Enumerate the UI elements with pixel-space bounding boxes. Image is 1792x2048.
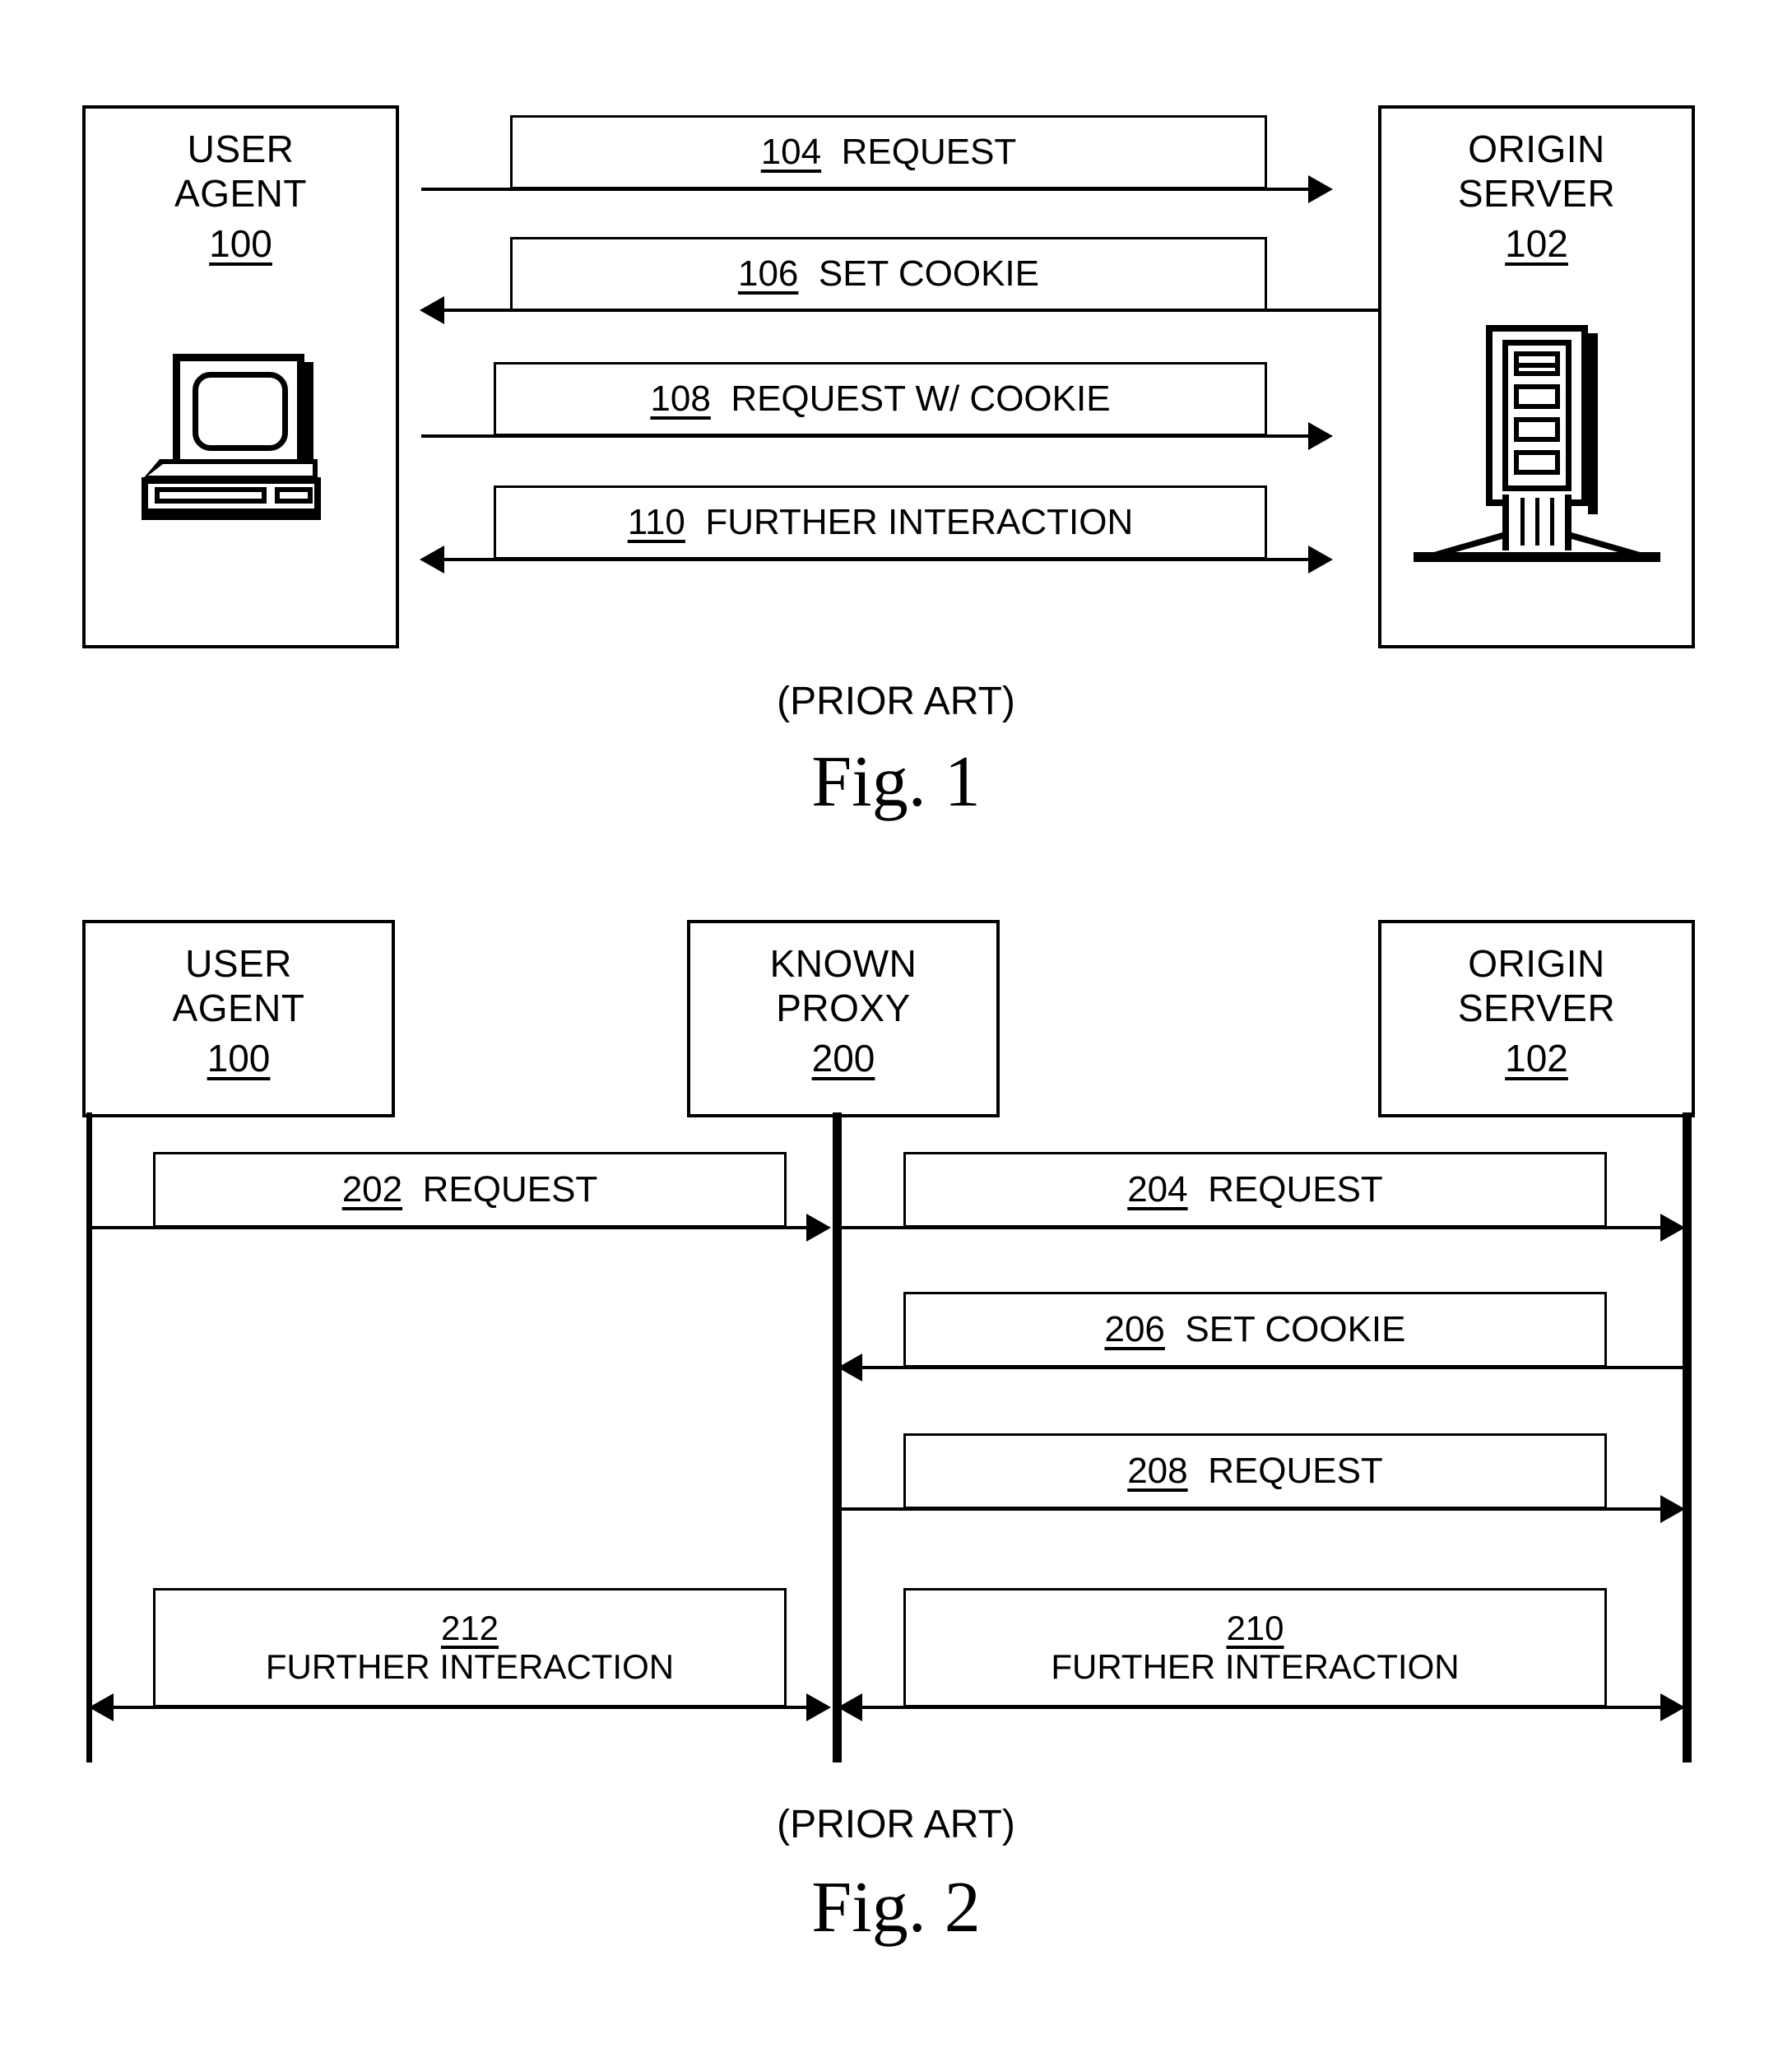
fig2-arrow-212-head-right [806, 1693, 831, 1721]
fig2-lifeline-user-agent [86, 1112, 92, 1762]
fig2-known-proxy-line1: KNOWN [769, 942, 917, 985]
fig2-prior-art-caption: (PRIOR ART) [777, 1803, 1015, 1846]
fig1-message-110-ref: 110 [627, 501, 685, 542]
fig1-message-104: 104 REQUEST [510, 115, 1267, 189]
fig2-user-agent-ref: 100 [207, 1036, 271, 1080]
fig2-message-206-text: 206 SET COOKIE [1104, 1308, 1406, 1349]
fig1-message-108-text: 108 REQUEST W/ COOKIE [650, 378, 1111, 419]
fig1-prior-art-caption: (PRIOR ART) [777, 680, 1015, 723]
fig2-arrow-204-head [1660, 1214, 1685, 1242]
fig2-arrow-212-head-left [89, 1693, 114, 1721]
fig2-arrow-210-head-right [1660, 1693, 1685, 1721]
fig1-message-106-text: 106 SET COOKIE [737, 253, 1040, 294]
fig2-lifeline-known-proxy [833, 1112, 842, 1762]
fig1-origin-server-line2: SERVER [1457, 172, 1616, 216]
fig1-message-108-label: REQUEST W/ COOKIE [731, 378, 1111, 419]
fig1-origin-server-line1: ORIGIN [1468, 128, 1605, 170]
fig2-origin-server-ref: 102 [1505, 1036, 1568, 1080]
fig2-message-212-ref-line: 212 [441, 1609, 499, 1647]
fig2-message-210-ref: 210 [1226, 1609, 1284, 1648]
fig1-message-104-label: REQUEST [841, 131, 1017, 172]
fig2-arrow-206-head [838, 1354, 862, 1382]
fig2-message-202-text: 202 REQUEST [341, 1168, 598, 1210]
fig2-node-known-proxy: KNOWN PROXY 200 [687, 920, 1000, 1117]
fig2-message-212-ref: 212 [440, 1609, 499, 1648]
fig2-message-208-ref: 208 [1127, 1450, 1188, 1491]
fig1-message-104-ref: 104 [760, 131, 822, 172]
fig1-message-110-label: FURTHER INTERACTION [705, 501, 1134, 542]
fig2-message-202-label: REQUEST [422, 1168, 598, 1210]
fig2-message-208: 208 REQUEST [903, 1433, 1607, 1509]
fig1-message-108: 108 REQUEST W/ COOKIE [494, 362, 1267, 436]
fig1-arrow-104-head [1308, 175, 1333, 203]
fig2-message-212-label: FURTHER INTERACTION [265, 1646, 675, 1686]
fig2-message-206-label: SET COOKIE [1185, 1308, 1406, 1349]
fig2-known-proxy-line2: PROXY [776, 987, 911, 1030]
fig1-user-agent-line1: USER [187, 128, 295, 170]
fig2-node-origin-server: ORIGIN SERVER 102 [1378, 920, 1695, 1117]
fig1-message-106-ref: 106 [737, 253, 799, 294]
fig2-message-204-text: 204 REQUEST [1127, 1168, 1383, 1210]
fig1-message-106: 106 SET COOKIE [510, 237, 1267, 311]
fig1-caption: Fig. 1 [811, 742, 981, 822]
fig2-lifeline-origin-server [1683, 1112, 1692, 1762]
fig2-user-agent-line2: AGENT [172, 987, 305, 1030]
fig1-arrow-108-head [1308, 422, 1333, 450]
fig1-origin-server-ref: 102 [1505, 221, 1568, 265]
computer-icon [142, 354, 323, 522]
fig2-message-210-ref-line: 210 [1226, 1609, 1284, 1647]
fig2-known-proxy-ref: 200 [811, 1036, 875, 1080]
fig1-message-110-text: 110 FURTHER INTERACTION [627, 501, 1134, 542]
fig2-message-210-label: FURTHER INTERACTION [1051, 1646, 1460, 1686]
fig2-caption: Fig. 2 [811, 1868, 981, 1948]
fig1-user-agent-line2: AGENT [174, 172, 307, 216]
fig1-message-108-ref: 108 [650, 378, 711, 419]
fig2-message-206: 206 SET COOKIE [903, 1292, 1607, 1368]
fig1-user-agent-ref: 100 [209, 221, 272, 265]
fig2-origin-server-line1: ORIGIN [1468, 942, 1605, 985]
fig1-message-110: 110 FURTHER INTERACTION [494, 485, 1267, 560]
fig2-message-204-label: REQUEST [1208, 1168, 1383, 1210]
fig1-arrow-110-head-left [420, 546, 444, 574]
fig2-message-202-ref: 202 [341, 1168, 403, 1210]
fig2-message-208-label: REQUEST [1208, 1450, 1383, 1491]
fig2-user-agent-line1: USER [185, 942, 292, 985]
fig2-message-202: 202 REQUEST [153, 1152, 787, 1228]
fig1-message-104-text: 104 REQUEST [761, 132, 1017, 172]
fig1-message-106-label: SET COOKIE [818, 253, 1040, 294]
fig2-arrow-208-head [1660, 1495, 1685, 1523]
fig2-arrow-202-head [806, 1214, 831, 1242]
fig2-message-210: 210 FURTHER INTERACTION [903, 1588, 1607, 1707]
fig2-message-212: 212 FURTHER INTERACTION [153, 1588, 787, 1707]
fig2-origin-server-line2: SERVER [1457, 987, 1616, 1030]
fig2-message-208-text: 208 REQUEST [1127, 1451, 1383, 1491]
patent-figure-sheet: USER AGENT 100 ORIGIN SERVER 102 104 REQ… [0, 0, 1792, 2048]
fig1-arrow-106-head [420, 296, 444, 324]
fig2-arrow-210-head-left [838, 1693, 862, 1721]
fig2-message-204: 204 REQUEST [903, 1152, 1607, 1228]
fig1-arrow-110-head-right [1308, 546, 1333, 574]
fig2-node-user-agent: USER AGENT 100 [82, 920, 395, 1117]
fig2-message-204-ref: 204 [1127, 1168, 1188, 1210]
fig2-message-206-ref: 206 [1104, 1308, 1165, 1349]
server-tower-icon [1414, 325, 1660, 564]
